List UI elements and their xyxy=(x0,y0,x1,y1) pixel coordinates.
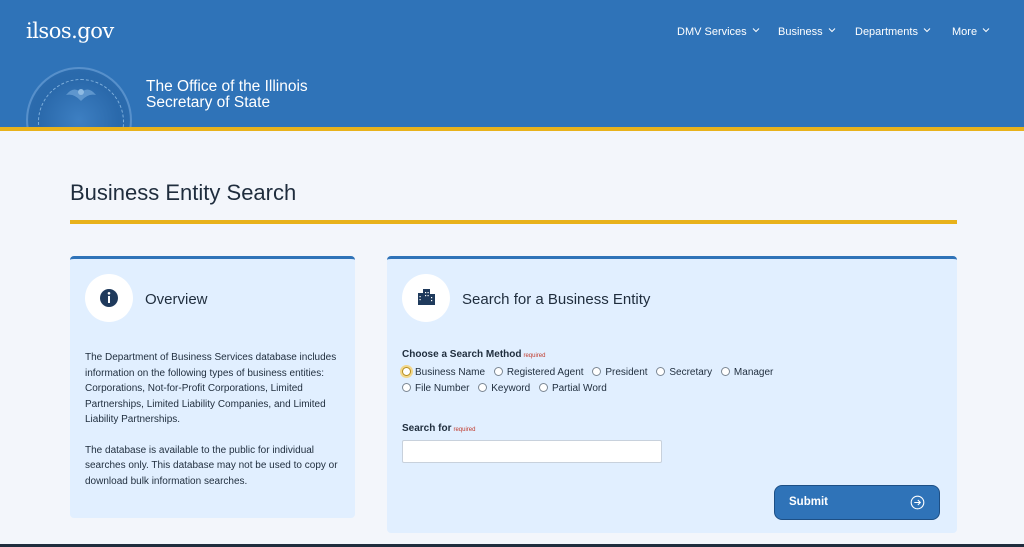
search-input[interactable] xyxy=(402,440,662,463)
submit-label: Submit xyxy=(789,496,828,508)
overview-paragraph: The Department of Business Services data… xyxy=(85,352,337,425)
page-title: Business Entity Search xyxy=(70,180,297,205)
search-icon-container xyxy=(402,274,450,322)
radio-partial-word[interactable]: Partial Word xyxy=(538,383,607,394)
radio-button[interactable] xyxy=(493,367,503,376)
submit-button[interactable]: Submit xyxy=(774,485,940,520)
radio-label: President xyxy=(605,367,648,378)
chevron-down-icon xyxy=(982,28,990,33)
radio-keyword[interactable]: Keyword xyxy=(478,383,530,394)
site-header: ilsos.gov DMV Services Business Departme… xyxy=(0,0,1024,129)
radio-label: Partial Word xyxy=(551,383,607,394)
radio-label: Secretary xyxy=(669,367,713,378)
chevron-down-icon xyxy=(752,28,760,33)
arrow-right-circle-icon xyxy=(910,495,925,510)
radio-label: Business Name xyxy=(415,367,486,378)
required-indicator: required xyxy=(523,353,546,359)
search-for-label-text: Search for xyxy=(402,423,452,434)
search-heading: Search for a Business Entity xyxy=(462,291,651,308)
nav-item-label: Business xyxy=(778,26,823,38)
search-method-label: Choose a Search Method required xyxy=(402,349,545,360)
overview-paragraph: The database is available to the public … xyxy=(85,444,338,487)
radio-button[interactable] xyxy=(656,367,666,376)
chevron-down-icon xyxy=(828,28,835,33)
radio-label: Registered Agent xyxy=(506,367,584,378)
search-method-label-text: Choose a Search Method xyxy=(402,349,522,360)
state-seal-icon xyxy=(26,67,132,129)
chevron-down-icon xyxy=(923,28,931,33)
radio-file-number[interactable]: File Number xyxy=(402,383,469,394)
search-card: Search for a Business Entity Choose a Se… xyxy=(387,256,957,533)
radio-button[interactable] xyxy=(592,367,602,376)
search-method-options-row1: Business Name Registered Agent President… xyxy=(402,367,779,378)
required-indicator: required xyxy=(453,427,476,433)
radio-button[interactable] xyxy=(402,367,411,376)
building-icon xyxy=(418,289,435,305)
radio-label: Manager xyxy=(733,367,774,378)
overview-heading: Overview xyxy=(145,291,208,308)
radio-button[interactable] xyxy=(402,383,411,392)
search-for-label: Search for required xyxy=(402,423,475,434)
title-divider xyxy=(70,220,957,224)
nav-item-dmv-services[interactable]: DMV Services xyxy=(677,26,760,38)
nav-item-departments[interactable]: Departments xyxy=(855,26,931,38)
nav-item-label: Departments xyxy=(855,26,918,38)
radio-button[interactable] xyxy=(720,367,730,376)
office-title-line1: The Office of the Illinois xyxy=(146,78,308,95)
overview-icon-container xyxy=(85,274,133,322)
search-method-options-row2: File Number Keyword Partial Word xyxy=(402,383,613,394)
header-divider xyxy=(0,127,1024,131)
office-title-line2: Secretary of State xyxy=(146,94,271,111)
main-nav: DMV Services Business Departments More xyxy=(677,26,1024,40)
radio-registered-agent[interactable]: Registered Agent xyxy=(493,367,584,378)
radio-button[interactable] xyxy=(538,383,548,392)
radio-president[interactable]: President xyxy=(592,367,648,378)
nav-item-label: DMV Services xyxy=(677,26,747,38)
radio-business-name[interactable]: Business Name xyxy=(402,367,485,378)
overview-description: The Department of Business Services data… xyxy=(85,350,343,489)
nav-item-business[interactable]: Business xyxy=(778,26,836,38)
info-icon xyxy=(100,289,118,307)
site-logo[interactable]: ilsos.gov xyxy=(26,19,114,43)
nav-item-more[interactable]: More xyxy=(952,26,990,38)
radio-button[interactable] xyxy=(478,383,488,392)
radio-label: Keyword xyxy=(491,383,531,394)
office-title: The Office of the Illinois Secretary of … xyxy=(146,79,308,111)
radio-label: File Number xyxy=(415,383,470,394)
nav-item-label: More xyxy=(952,26,978,38)
radio-manager[interactable]: Manager xyxy=(720,367,774,378)
radio-secretary[interactable]: Secretary xyxy=(656,367,712,378)
overview-card: Overview The Department of Business Serv… xyxy=(70,256,355,518)
